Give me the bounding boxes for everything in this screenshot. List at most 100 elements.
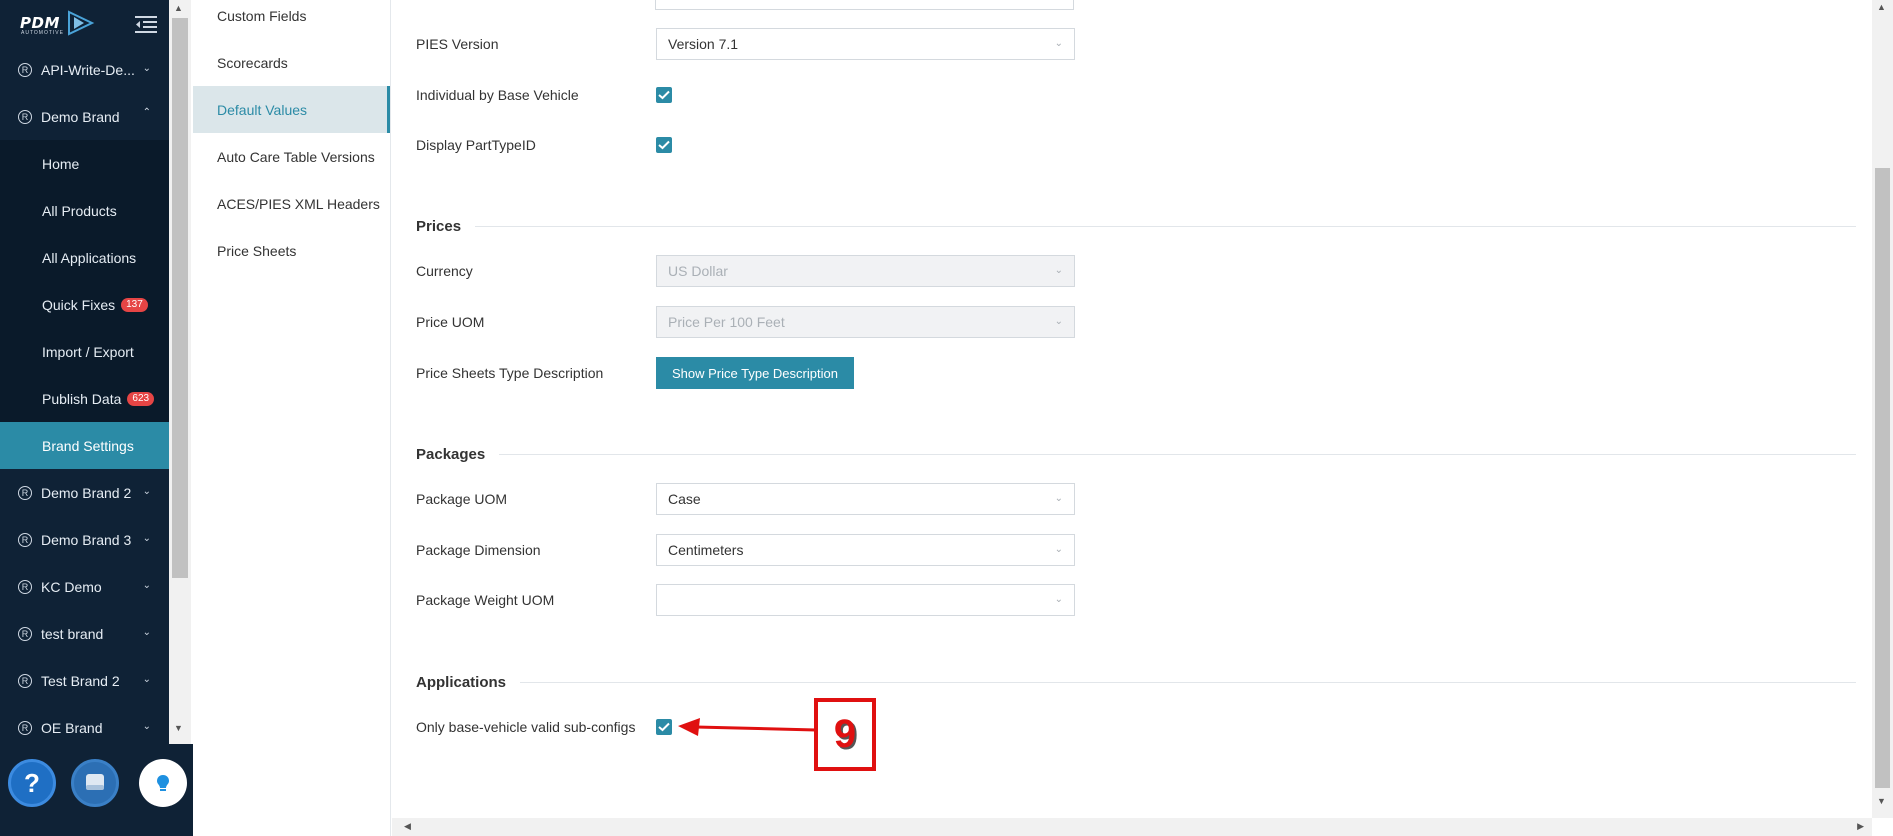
brand-item-demo-brand-3[interactable]: R Demo Brand 3 ⌄ bbox=[0, 516, 169, 563]
settings-nav-label: ACES/PIES XML Headers bbox=[217, 195, 380, 212]
brand-item-test-brand-2[interactable]: R Test Brand 2 ⌄ bbox=[0, 657, 169, 704]
settings-nav-scorecards[interactable]: Scorecards bbox=[193, 39, 390, 86]
field-label: Only base-vehicle valid sub-configs bbox=[416, 719, 636, 735]
settings-nav-aces-pies-xml-headers[interactable]: ACES/PIES XML Headers bbox=[193, 180, 390, 227]
only-base-vehicle-row: Only base-vehicle valid sub-configs bbox=[416, 711, 1816, 743]
sidebar-item-label: Import / Export bbox=[42, 343, 134, 360]
individual-by-base-vehicle-row: Individual by Base Vehicle bbox=[416, 79, 1816, 111]
settings-nav-auto-care-table-versions[interactable]: Auto Care Table Versions bbox=[193, 133, 390, 180]
display-parttypeid-row: Display PartTypeID bbox=[416, 129, 1816, 161]
field-label: Currency bbox=[416, 263, 473, 279]
chevron-down-icon: ⌄ bbox=[1054, 38, 1063, 49]
brand-item-api-write[interactable]: R API-Write-De... ⌄ bbox=[0, 46, 169, 93]
sidebar-item-import-export[interactable]: Import / Export bbox=[0, 328, 169, 375]
individual-by-base-vehicle-checkbox[interactable] bbox=[656, 87, 672, 103]
brand-label: Demo Brand bbox=[41, 108, 120, 125]
brand-item-test-brand[interactable]: R test brand ⌄ bbox=[0, 610, 169, 657]
settings-nav: Custom Fields Scorecards Default Values … bbox=[193, 0, 391, 836]
brand-item-oe-brand[interactable]: R OE Brand ⌄ bbox=[0, 704, 169, 744]
sidebar-item-brand-settings[interactable]: Brand Settings bbox=[0, 422, 169, 469]
cut-off-select[interactable] bbox=[655, 0, 1074, 10]
package-weight-uom-select[interactable]: ⌄ bbox=[656, 584, 1075, 616]
registered-icon: R bbox=[18, 532, 32, 547]
registered-icon: R bbox=[18, 720, 32, 735]
count-badge: 137 bbox=[121, 297, 148, 312]
currency-row: Currency US Dollar ⌄ bbox=[416, 255, 1816, 287]
brand-label: Demo Brand 3 bbox=[41, 531, 132, 548]
select-value: Case bbox=[668, 491, 701, 507]
sidebar-item-all-applications[interactable]: All Applications bbox=[0, 234, 169, 281]
brand-label: Test Brand 2 bbox=[41, 672, 120, 689]
chevron-down-icon: ⌄ bbox=[142, 674, 151, 685]
sidebar-item-publish-data[interactable]: Publish Data 623 bbox=[0, 375, 169, 422]
bottom-tray: ? bbox=[0, 744, 193, 836]
chevron-down-icon: ⌄ bbox=[1054, 594, 1063, 605]
collapse-menu-icon[interactable] bbox=[135, 15, 157, 33]
settings-nav-label: Custom Fields bbox=[217, 8, 307, 24]
main-vertical-scrollbar[interactable]: ▲ ▼ bbox=[1872, 0, 1893, 818]
show-price-type-description-button[interactable]: Show Price Type Description bbox=[656, 357, 854, 389]
settings-nav-default-values[interactable]: Default Values bbox=[193, 86, 390, 133]
brand-label: Demo Brand 2 bbox=[41, 484, 132, 501]
sidebar-item-label: Quick Fixes bbox=[42, 296, 116, 313]
registered-icon: R bbox=[18, 109, 32, 124]
scroll-down-arrow-icon[interactable]: ▼ bbox=[1877, 796, 1886, 806]
brand-label: API-Write-De... bbox=[41, 61, 135, 78]
checkmark-icon bbox=[658, 722, 670, 732]
price-sheets-type-row: Price Sheets Type Description Show Price… bbox=[416, 357, 1816, 389]
brand-item-kc-demo[interactable]: R KC Demo ⌄ bbox=[0, 563, 169, 610]
help-icon: ? bbox=[24, 767, 40, 798]
settings-nav-price-sheets[interactable]: Price Sheets bbox=[193, 227, 390, 274]
checkmark-icon bbox=[658, 90, 670, 100]
logo-subtitle: AUTOMOTIVE bbox=[21, 30, 64, 36]
registered-icon: R bbox=[18, 673, 32, 688]
chevron-down-icon: ⌄ bbox=[142, 486, 151, 497]
annotation-step-marker: 9 bbox=[814, 698, 876, 771]
package-uom-select[interactable]: Case ⌄ bbox=[656, 483, 1075, 515]
price-uom-row: Price UOM Price Per 100 Feet ⌄ bbox=[416, 306, 1816, 338]
ideas-button[interactable] bbox=[139, 759, 187, 807]
section-title: Prices bbox=[416, 218, 462, 235]
help-button[interactable]: ? bbox=[8, 759, 56, 807]
only-base-vehicle-checkbox[interactable] bbox=[656, 719, 672, 735]
scrollbar-thumb[interactable] bbox=[1875, 168, 1890, 788]
count-badge: 623 bbox=[127, 391, 155, 406]
sidebar-item-home[interactable]: Home bbox=[0, 140, 169, 187]
display-parttypeid-checkbox[interactable] bbox=[656, 137, 672, 153]
main-horizontal-scrollbar[interactable]: ◀ ▶ bbox=[392, 818, 1872, 836]
prices-section-header: Prices bbox=[416, 218, 1856, 235]
scroll-up-arrow-icon[interactable]: ▲ bbox=[1877, 2, 1886, 12]
section-divider bbox=[475, 226, 1856, 227]
sidebar-item-label: Home bbox=[42, 155, 80, 172]
pies-version-select[interactable]: Version 7.1 ⌄ bbox=[656, 28, 1075, 60]
scrollbar-thumb[interactable] bbox=[172, 18, 188, 578]
select-value: Version 7.1 bbox=[668, 36, 739, 52]
package-dimension-row: Package Dimension Centimeters ⌄ bbox=[416, 534, 1816, 566]
scroll-left-arrow-icon[interactable]: ◀ bbox=[404, 821, 411, 832]
scroll-up-arrow-icon[interactable]: ▲ bbox=[174, 3, 183, 13]
applications-section-header: Applications bbox=[416, 674, 1856, 691]
section-title: Applications bbox=[416, 674, 507, 691]
logo-arrow-icon bbox=[67, 10, 95, 36]
sidebar-item-all-products[interactable]: All Products bbox=[0, 187, 169, 234]
select-value: Price Per 100 Feet bbox=[668, 314, 785, 330]
package-dimension-select[interactable]: Centimeters ⌄ bbox=[656, 534, 1075, 566]
brand-item-demo-brand[interactable]: R Demo Brand ⌃ bbox=[0, 93, 169, 140]
annotation-arrow-icon bbox=[678, 718, 816, 736]
scroll-down-arrow-icon[interactable]: ▼ bbox=[174, 723, 183, 733]
settings-nav-custom-fields[interactable]: Custom Fields bbox=[193, 0, 390, 39]
sidebar-item-quick-fixes[interactable]: Quick Fixes 137 bbox=[0, 281, 169, 328]
brand-item-demo-brand-2[interactable]: R Demo Brand 2 ⌄ bbox=[0, 469, 169, 516]
field-label: Display PartTypeID bbox=[416, 137, 536, 153]
section-divider bbox=[499, 454, 1856, 455]
scroll-right-arrow-icon[interactable]: ▶ bbox=[1857, 821, 1864, 832]
chat-button[interactable] bbox=[71, 759, 119, 807]
brand-subnav: Home All Products All Applications Quick… bbox=[0, 140, 169, 469]
field-label: PIES Version bbox=[416, 36, 499, 52]
chevron-down-icon: ⌄ bbox=[142, 533, 151, 544]
sidebar-item-label: Publish Data bbox=[42, 390, 122, 407]
brand-label: test brand bbox=[41, 625, 104, 642]
sidebar-scrollbar[interactable]: ▲ ▼ bbox=[169, 0, 191, 744]
pies-version-row: PIES Version Version 7.1 ⌄ bbox=[416, 28, 1816, 60]
settings-nav-label: Auto Care Table Versions bbox=[217, 148, 375, 165]
